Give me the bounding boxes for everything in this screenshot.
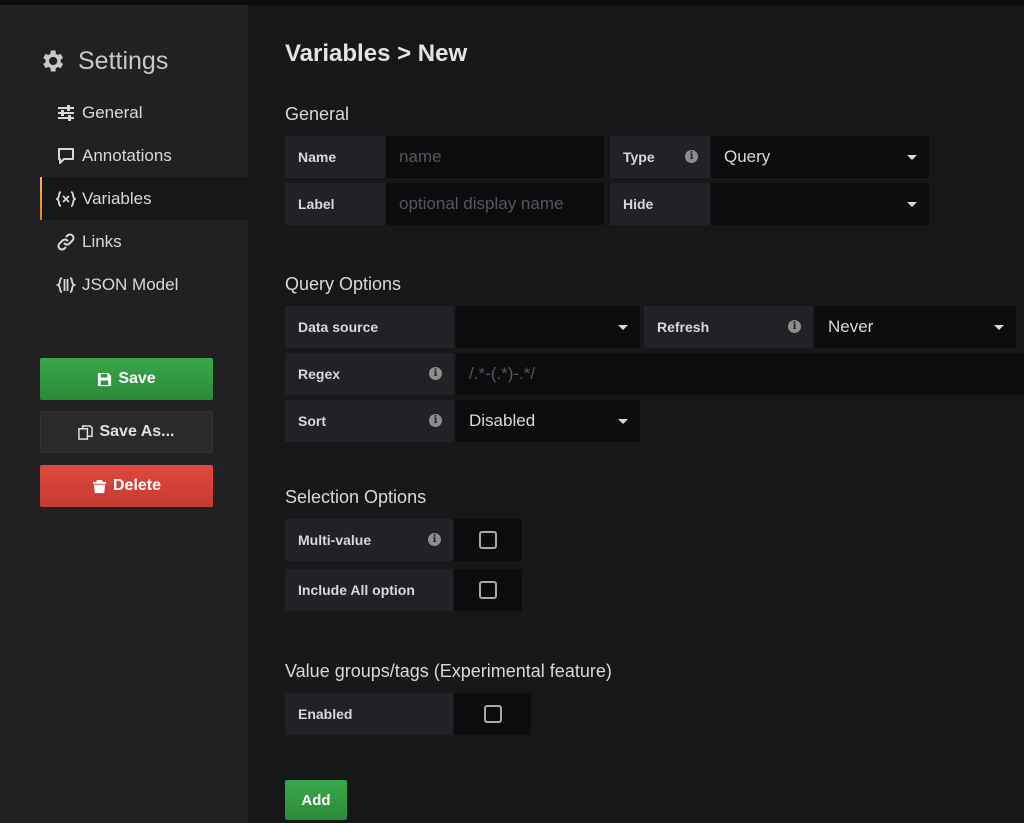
settings-sidebar: Settings General Annotations Variables L… bbox=[0, 5, 248, 823]
type-select[interactable]: Query bbox=[711, 136, 929, 178]
sidebar-item-label: Variables bbox=[82, 188, 152, 208]
include-all-checkbox[interactable] bbox=[479, 581, 497, 599]
label-label: Label bbox=[285, 183, 385, 225]
hide-label: Hide bbox=[610, 183, 710, 225]
sidebar-item-annotations[interactable]: Annotations bbox=[0, 134, 248, 177]
sort-select[interactable]: Disabled bbox=[456, 400, 640, 442]
link-icon bbox=[56, 232, 76, 252]
refresh-select[interactable]: Never bbox=[815, 306, 1016, 348]
settings-title: Settings bbox=[78, 46, 169, 75]
delete-button[interactable]: Delete bbox=[40, 465, 213, 507]
sidebar-item-label: Links bbox=[82, 231, 122, 251]
sidebar-item-links[interactable]: Links bbox=[0, 220, 248, 263]
json-icon bbox=[56, 275, 76, 295]
info-icon[interactable]: i bbox=[429, 414, 442, 427]
info-icon[interactable]: i bbox=[428, 533, 441, 546]
sidebar-item-variables[interactable]: Variables bbox=[40, 177, 248, 220]
enabled-checkbox[interactable] bbox=[483, 705, 502, 723]
name-label: Name bbox=[285, 136, 385, 178]
hide-select[interactable] bbox=[711, 183, 929, 225]
label-input[interactable] bbox=[386, 183, 604, 225]
datasource-select[interactable] bbox=[456, 306, 640, 348]
general-section-title: General bbox=[285, 104, 350, 124]
regex-label: Regex i bbox=[285, 353, 454, 395]
include-all-label: Include All option bbox=[285, 569, 453, 611]
copy-icon bbox=[78, 424, 94, 440]
refresh-label: Refresh i bbox=[644, 306, 813, 348]
comment-icon bbox=[56, 146, 76, 166]
sliders-icon bbox=[56, 103, 76, 123]
info-icon[interactable]: i bbox=[685, 150, 698, 163]
info-icon[interactable]: i bbox=[429, 367, 442, 380]
save-label: Save bbox=[118, 370, 156, 387]
include-all-toggle bbox=[454, 569, 522, 611]
sidebar-item-label: JSON Model bbox=[82, 274, 179, 294]
sidebar-item-general[interactable]: General bbox=[0, 91, 248, 134]
regex-input[interactable] bbox=[456, 353, 1024, 395]
save-as-button[interactable]: Save As... bbox=[40, 411, 213, 453]
page-title: Variables > New bbox=[285, 40, 468, 67]
value-groups-title: Value groups/tags (Experimental feature) bbox=[285, 661, 612, 681]
gear-icon bbox=[43, 50, 64, 72]
variable-icon bbox=[56, 189, 76, 209]
regex-field[interactable] bbox=[469, 353, 1024, 395]
sidebar-item-label: Annotations bbox=[82, 145, 172, 165]
info-icon[interactable]: i bbox=[788, 320, 801, 333]
sidebar-item-json-model[interactable]: JSON Model bbox=[0, 263, 248, 306]
label-field[interactable] bbox=[399, 183, 604, 225]
multi-value-toggle bbox=[454, 519, 522, 561]
settings-nav: General Annotations Variables Links JSON… bbox=[0, 91, 248, 306]
add-button[interactable]: Add bbox=[285, 780, 347, 820]
save-button[interactable]: Save bbox=[40, 358, 213, 400]
save-as-label: Save As... bbox=[99, 423, 175, 440]
enabled-label: Enabled bbox=[285, 693, 453, 735]
settings-heading: Settings bbox=[38, 43, 168, 79]
selection-options-title: Selection Options bbox=[285, 487, 427, 507]
type-label: Type i bbox=[610, 136, 710, 178]
sort-label: Sort i bbox=[285, 400, 454, 442]
query-options-title: Query Options bbox=[285, 274, 402, 294]
trash-icon bbox=[92, 479, 107, 493]
multi-value-checkbox[interactable] bbox=[479, 531, 497, 549]
floppy-icon bbox=[98, 372, 112, 386]
multi-value-label: Multi-value i bbox=[285, 519, 453, 561]
enabled-toggle bbox=[454, 693, 531, 735]
variable-editor: Variables > New General Name Type i Quer… bbox=[285, 0, 1024, 823]
sidebar-item-label: General bbox=[82, 102, 143, 122]
datasource-label: Data source bbox=[285, 306, 454, 348]
name-input[interactable] bbox=[386, 136, 604, 178]
name-field[interactable] bbox=[399, 136, 604, 178]
delete-label: Delete bbox=[112, 477, 162, 494]
